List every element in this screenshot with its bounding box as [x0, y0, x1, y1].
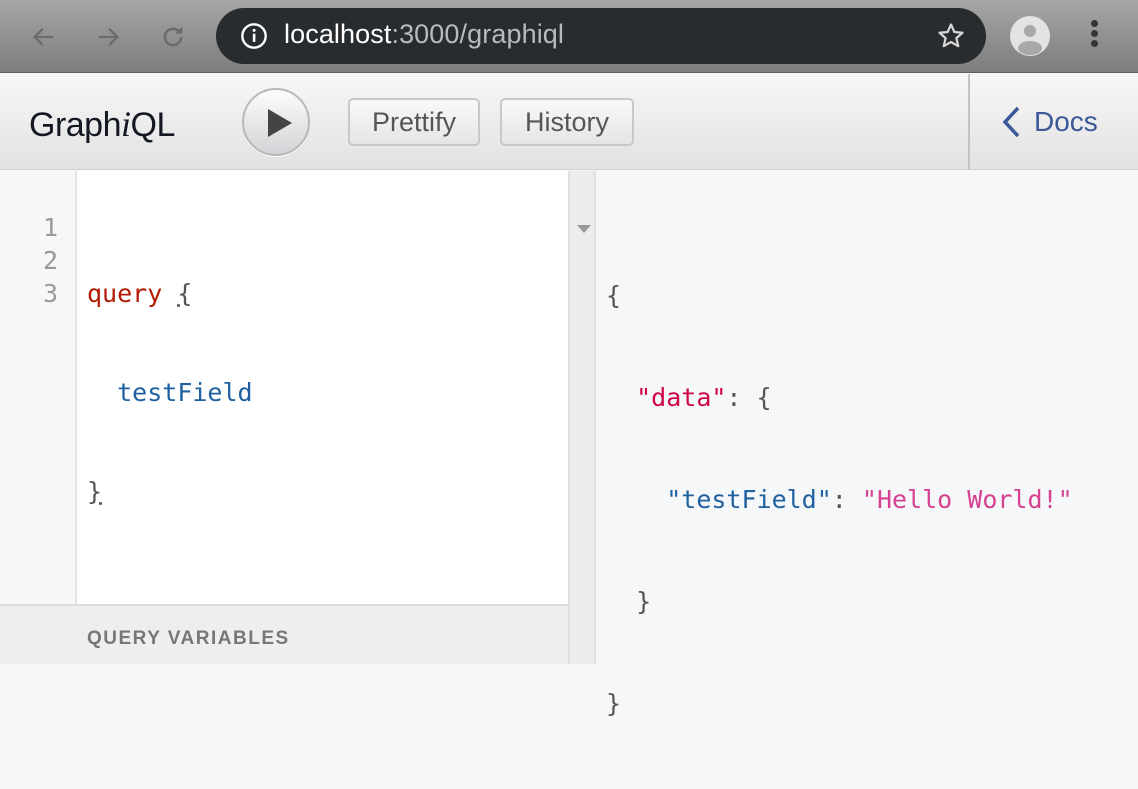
result-fold-gutter[interactable] [568, 171, 596, 664]
docs-area: Docs [968, 74, 1138, 170]
result-json: { "data": { "testField": "Hello World!" … [606, 211, 1073, 789]
docs-label: Docs [1034, 106, 1098, 137]
avatar-icon [1018, 25, 1042, 55]
result-data-key: "data" [636, 383, 727, 412]
play-icon [268, 109, 292, 137]
colon: : [726, 383, 757, 412]
query-code[interactable]: query { testField } [87, 211, 253, 574]
browser-menu-button[interactable] [1084, 20, 1104, 52]
result-line: { [606, 279, 1073, 313]
prettify-button[interactable]: Prettify [348, 98, 480, 146]
browser-toolbar: localhost:3000/graphiql [0, 0, 1138, 73]
result-line: } [606, 687, 1073, 721]
result-field-value: "Hello World!" [861, 485, 1073, 514]
line-number: 1 [42, 213, 58, 242]
address-bar[interactable]: localhost:3000/graphiql [216, 8, 986, 64]
result-open-brace: { [606, 281, 622, 310]
result-line: } [606, 585, 1073, 619]
open-brace: { [177, 279, 193, 308]
back-button[interactable] [26, 19, 62, 55]
reload-button[interactable] [155, 19, 191, 55]
graphiql-topbar: GraphiQL Prettify History Docs [0, 74, 1138, 170]
url-text[interactable]: localhost:3000/graphiql [284, 19, 564, 50]
history-button[interactable]: History [500, 98, 634, 146]
result-line: "testField": "Hello World!" [606, 483, 1073, 517]
close-brace: } [87, 477, 103, 506]
query-editor[interactable]: 1 2 3 query { testField } [0, 171, 568, 664]
url-host: localhost [284, 19, 392, 49]
code-line: query { [87, 277, 253, 310]
code-line: } [87, 475, 253, 508]
query-variables-bar[interactable]: QUERY VARIABLES [0, 604, 568, 664]
menu-dot [1090, 30, 1098, 37]
star-icon[interactable] [936, 21, 966, 51]
url-path: :3000/graphiql [391, 19, 565, 49]
line-number: 2 [42, 246, 58, 275]
result-viewer: { "data": { "testField": "Hello World!" … [598, 171, 1138, 718]
result-line: "data": { [606, 381, 1073, 415]
kebab-menu-icon [1090, 20, 1098, 27]
arrow-left-icon [33, 28, 54, 46]
data-open-brace: { [756, 383, 772, 412]
profile-avatar[interactable] [1010, 16, 1050, 56]
colon: : [831, 485, 862, 514]
line-number: 3 [42, 279, 58, 308]
menu-dot [1090, 40, 1098, 47]
chevron-left-icon [1002, 106, 1020, 138]
reload-icon [163, 26, 183, 47]
result-close-brace: } [606, 689, 622, 718]
query-variables-title[interactable]: QUERY VARIABLES [87, 628, 290, 650]
code-line: testField [87, 376, 253, 409]
logo-text-post: QL [130, 106, 176, 144]
logo-text-i: i [121, 104, 131, 144]
graphiql-logo: GraphiQL [29, 103, 175, 145]
query-keyword: query [87, 279, 163, 308]
arrow-right-icon [98, 28, 119, 46]
result-field-key: "testField" [666, 485, 832, 514]
data-close-brace: } [636, 587, 652, 616]
query-field: testField [117, 378, 253, 407]
info-icon[interactable] [240, 22, 268, 50]
forward-button[interactable] [90, 19, 126, 55]
fold-triangle-icon[interactable] [576, 224, 592, 234]
logo-text-pre: Graph [29, 106, 122, 144]
line-numbers: 1 2 3 [0, 211, 58, 310]
docs-button[interactable]: Docs [1000, 105, 1098, 139]
execute-query-button[interactable] [242, 88, 310, 156]
